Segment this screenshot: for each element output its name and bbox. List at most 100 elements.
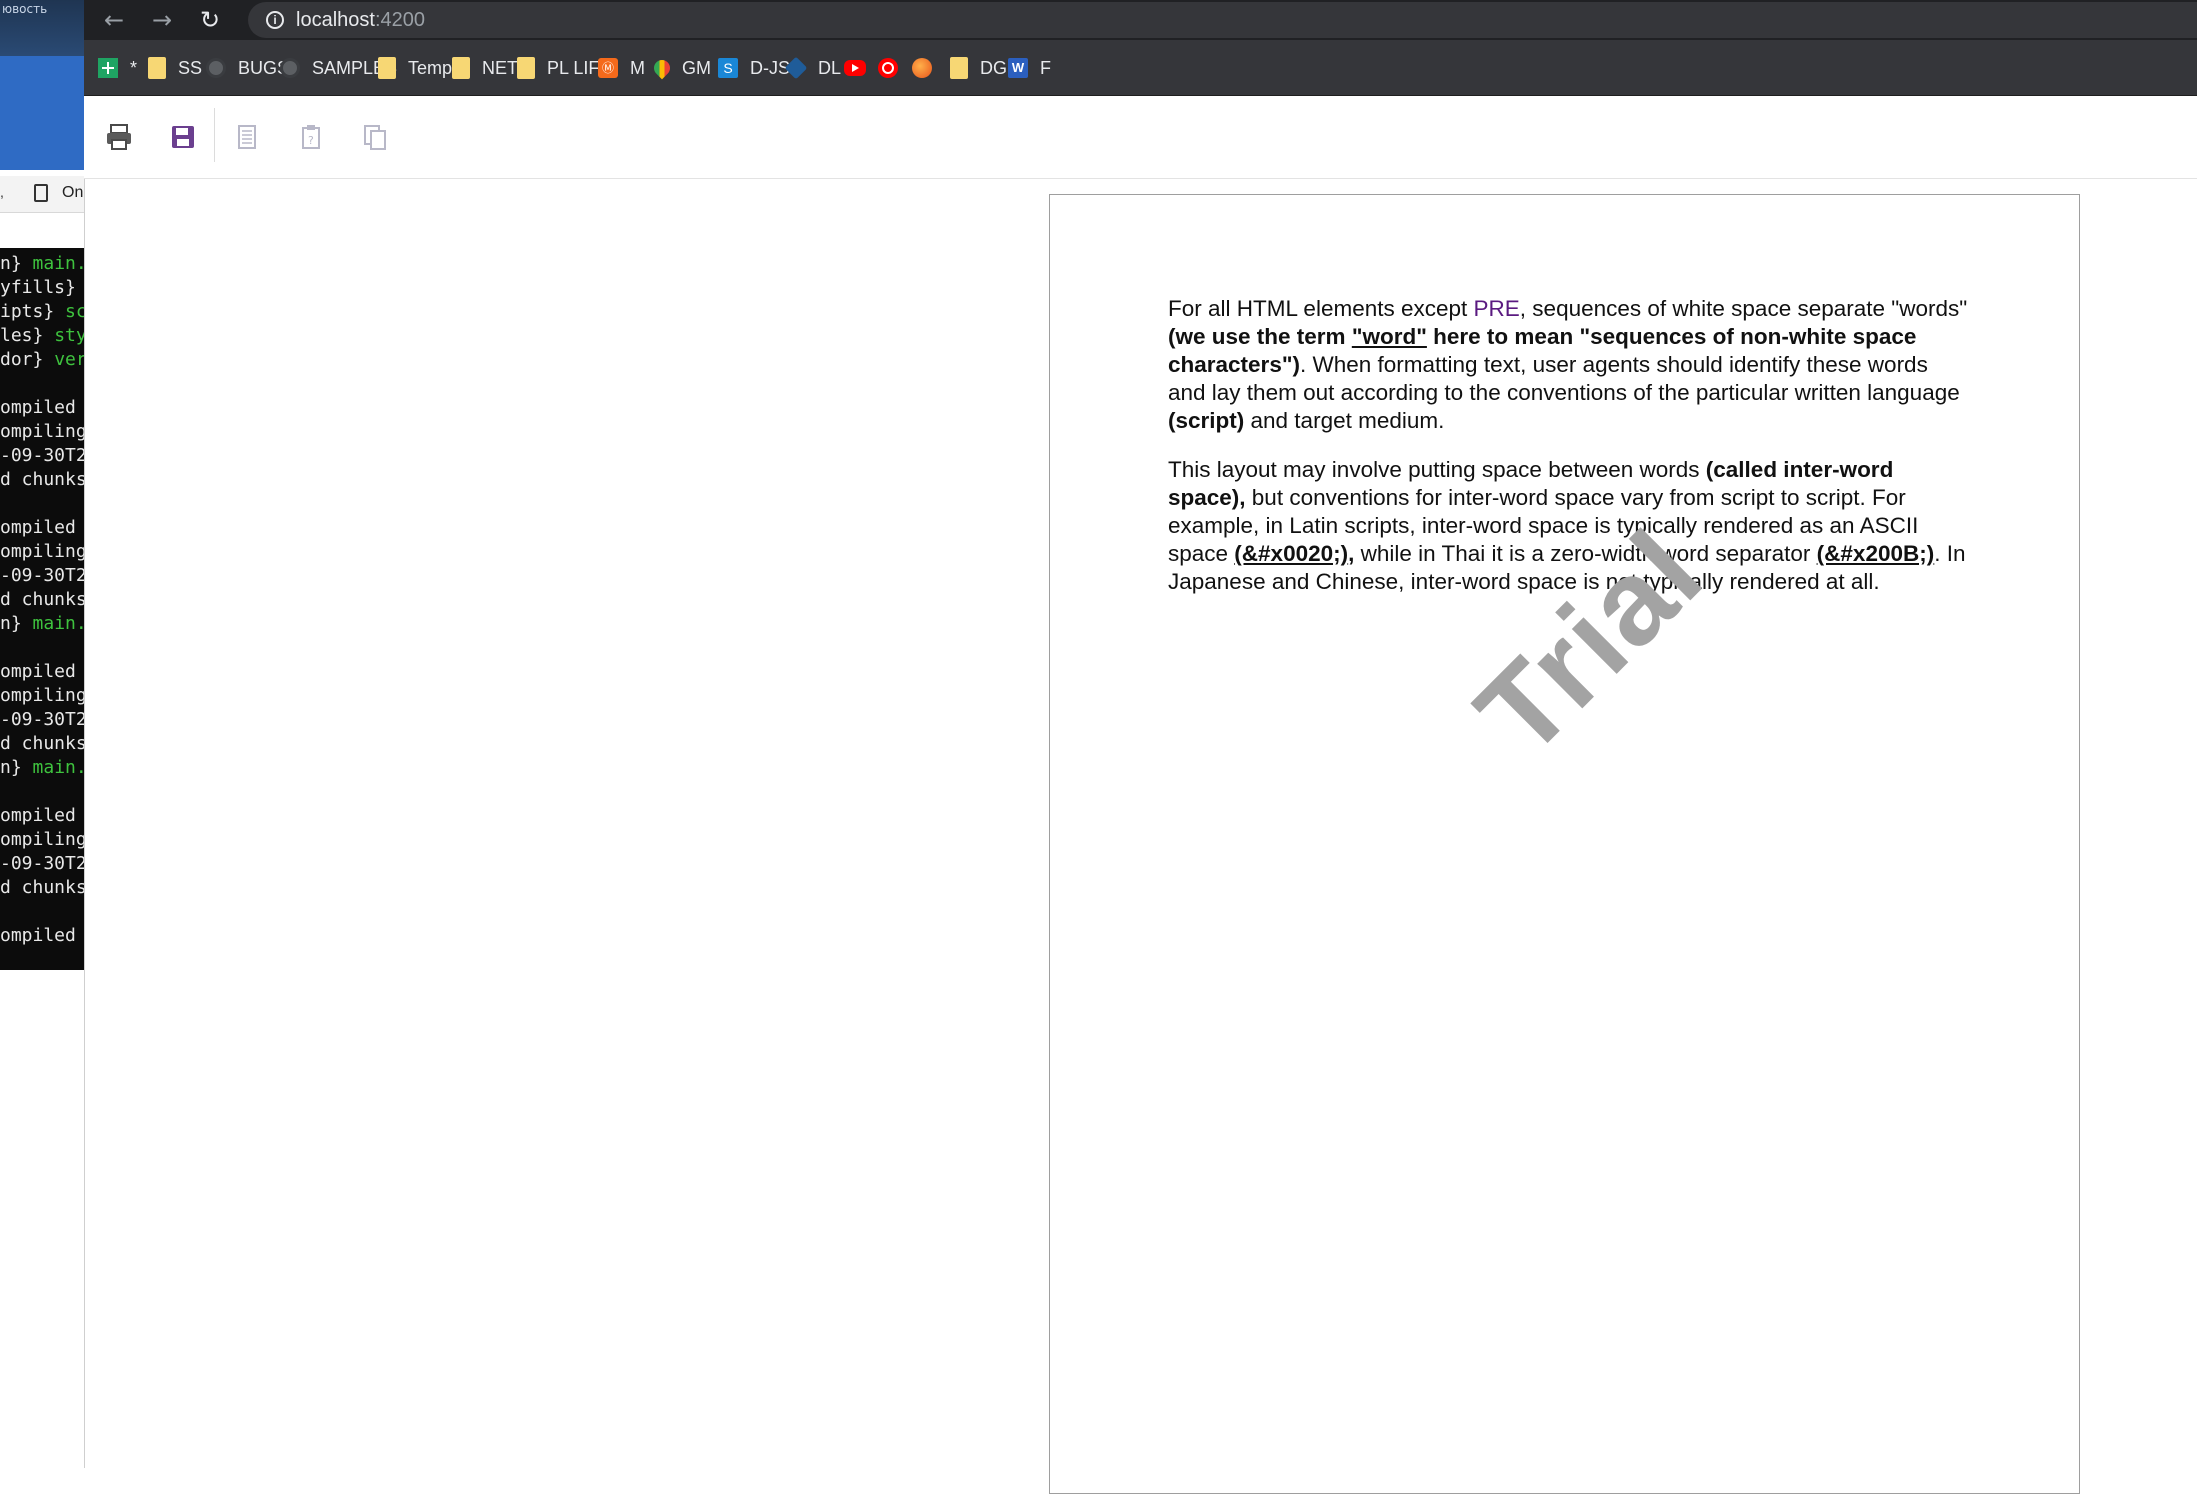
forward-button[interactable]: → (148, 6, 176, 34)
bookmark-label: Temp (408, 57, 453, 78)
terminal-text: d chunks (0, 733, 84, 754)
terminal-text: n} (0, 253, 33, 274)
background-blue-panel (0, 56, 84, 170)
bookmark-item[interactable]: DG (950, 54, 1007, 82)
pre-text: PRE (1473, 296, 1520, 321)
terminal-text: yfills} (0, 277, 76, 298)
terminal-line: d chunks (0, 468, 84, 492)
terminal-line: ompiled (0, 516, 84, 540)
background-tab-label: On (62, 184, 84, 201)
bookmark-item[interactable]: Ⓜ M (598, 54, 645, 82)
address-bar[interactable]: i localhost:4200 (248, 2, 2197, 38)
youtube-icon (844, 60, 866, 76)
underlined-word: "word" (1351, 324, 1427, 349)
bookmark-item[interactable]: S D-JS (718, 54, 790, 82)
folder-icon (452, 57, 470, 79)
bookmark-item[interactable]: NET (452, 54, 518, 82)
bookmark-label: D-JS (750, 57, 790, 78)
terminal-text: n} (0, 757, 33, 778)
background-window: ювость , On n} main. yfills} ipts} sc les} … (0, 0, 84, 1468)
terminal-line: ompiled (0, 396, 84, 420)
bookmark-label: GM (682, 57, 711, 78)
terminal-text: d chunks (0, 589, 84, 610)
bookmark-item[interactable]: WF (1008, 54, 1051, 82)
folder-icon (378, 57, 396, 79)
terminal-line: ompiling (0, 420, 84, 444)
terminal-text: ompiled (0, 517, 76, 538)
back-button[interactable]: ← (100, 6, 128, 34)
terminal-line: -09-30T2 (0, 852, 84, 876)
background-header: ювость (0, 0, 84, 56)
copy-icon (364, 125, 386, 150)
terminal-line: ompiled (0, 804, 84, 828)
underlined-code: (&#x0020;) (1234, 541, 1349, 566)
terminal-highlight: sc (65, 301, 84, 322)
terminal-text: ompiled (0, 397, 76, 418)
maps-icon (650, 56, 674, 80)
terminal-line: d chunks (0, 588, 84, 612)
page-view-button[interactable] (230, 120, 264, 154)
terminal-line: ompiling (0, 540, 84, 564)
terminal-line: n} main. (0, 756, 84, 780)
reload-icon: ↻ (199, 6, 221, 34)
page-icon (238, 125, 256, 149)
info-icon[interactable]: i (266, 11, 284, 29)
bookmark-item[interactable]: * (98, 54, 137, 82)
save-icon (172, 126, 194, 148)
paragraph-1: For all HTML elements except PRE, sequen… (1168, 295, 1968, 435)
text-run: , sequences of white space separate "wor… (1519, 296, 1968, 321)
copy-button[interactable] (358, 120, 392, 154)
bold-run: (script) (1168, 408, 1245, 433)
document-workspace[interactable]: For all HTML elements except PRE, sequen… (84, 179, 2197, 1494)
terminal-line: d chunks (0, 732, 84, 756)
underlined-code: (&#x200B;) (1816, 541, 1935, 566)
bookmark-label: DG (980, 57, 1007, 78)
arrow-left-icon: ← (103, 6, 125, 34)
terminal-line: d chunks (0, 876, 84, 900)
bookmark-item[interactable] (912, 54, 944, 82)
background-tab[interactable]: , On (0, 176, 84, 213)
bookmark-label: DL (818, 57, 842, 78)
terminal-text: d chunks (0, 469, 84, 490)
terminal-line: ompiled (0, 660, 84, 684)
terminal-highlight: main. (32, 253, 84, 274)
terminal-line: -09-30T2 (0, 564, 84, 588)
bookmark-item[interactable]: BUGS (206, 54, 289, 82)
terminal-text: ompiled (0, 925, 76, 946)
bookmark-label: SS (178, 57, 203, 78)
bookmark-label: M (630, 57, 645, 78)
browser-toolbar: ← → ↻ i localhost:4200 (84, 0, 2197, 40)
url-text: localhost:4200 (296, 9, 425, 32)
terminal-text: ompiling (0, 421, 84, 442)
github-icon (280, 58, 300, 78)
bookmark-item[interactable]: DL (784, 54, 842, 82)
reload-button[interactable]: ↻ (196, 6, 224, 34)
youtube-music-icon (878, 58, 898, 78)
arrow-right-icon: → (151, 6, 173, 34)
terminal-line: n} main. (0, 612, 84, 636)
save-button[interactable] (166, 120, 200, 154)
terminal-text: les} (0, 325, 55, 346)
terminal-text: -09-30T2 (0, 565, 84, 586)
svg-text:?: ? (308, 134, 314, 147)
bookmark-item[interactable]: Temp (378, 54, 452, 82)
bookmark-item[interactable]: SS (148, 54, 202, 82)
terminal-line: ompiling (0, 828, 84, 852)
bookmark-item[interactable] (844, 54, 878, 82)
print-button[interactable] (102, 120, 136, 154)
terminal-text: -09-30T2 (0, 853, 84, 874)
url-port: :4200 (374, 9, 425, 31)
terminal-output: n} main. yfills} ipts} sc les} sty dor} ver o… (0, 248, 84, 970)
bookmark-item[interactable]: GM (650, 54, 711, 82)
sheets-icon (98, 58, 118, 78)
text-run: and target medium. (1244, 408, 1445, 433)
document-page[interactable]: For all HTML elements except PRE, sequen… (1049, 194, 2080, 1494)
bookmark-item[interactable] (878, 54, 910, 82)
dl-icon (784, 56, 808, 80)
terminal-line: les} sty (0, 324, 84, 348)
text-run: For all HTML elements except (1168, 296, 1474, 321)
folder-icon (517, 57, 535, 79)
paste-button[interactable]: ? (294, 120, 328, 154)
